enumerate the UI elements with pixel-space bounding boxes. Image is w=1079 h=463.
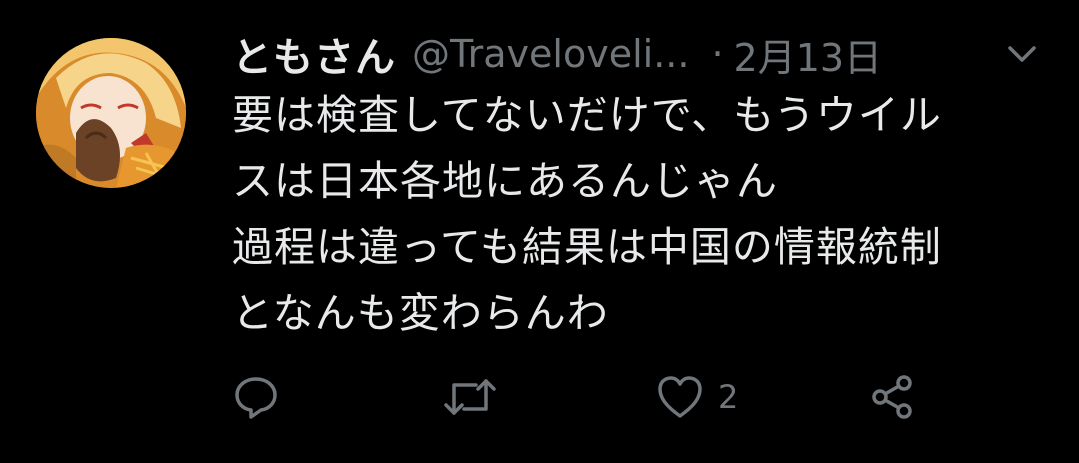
- tweet-date[interactable]: 2月13日: [734, 27, 883, 82]
- tweet[interactable]: ともさん @Traveloveli... · 2月13日 要は検査してないだけで…: [0, 0, 1079, 463]
- avatar[interactable]: [36, 38, 186, 188]
- chevron-down-icon: [1008, 46, 1036, 62]
- heart-icon: [658, 376, 702, 418]
- separator-dot: ·: [711, 32, 724, 76]
- retweet-icon: [444, 379, 496, 415]
- retweet-button[interactable]: [442, 372, 498, 422]
- avatar-image: [36, 38, 186, 188]
- tweet-actions: 2: [232, 372, 1032, 422]
- share-button[interactable]: [868, 372, 916, 422]
- tweet-text-line: となんも変わらんわ: [232, 289, 609, 337]
- tweet-text: 要は検査してないだけで、もうウイル スは日本各地にあるんじゃん 過程は違っても結…: [232, 82, 1052, 346]
- like-count: 2: [718, 378, 739, 416]
- tweet-header: ともさん @Traveloveli... · 2月13日: [232, 26, 882, 82]
- like-button[interactable]: 2: [656, 372, 738, 422]
- display-name[interactable]: ともさん: [232, 25, 396, 83]
- share-icon: [872, 375, 912, 419]
- user-handle[interactable]: @Traveloveli...: [412, 32, 689, 76]
- reply-icon: [235, 377, 277, 419]
- tweet-text-line: スは日本各地にあるんじゃん: [232, 157, 778, 205]
- tweet-text-line: 過程は違っても結果は中国の情報統制: [232, 223, 942, 271]
- tweet-text-line: 要は検査してないだけで、もうウイル: [232, 91, 942, 139]
- more-options-button[interactable]: [1000, 36, 1044, 72]
- reply-button[interactable]: [232, 372, 280, 422]
